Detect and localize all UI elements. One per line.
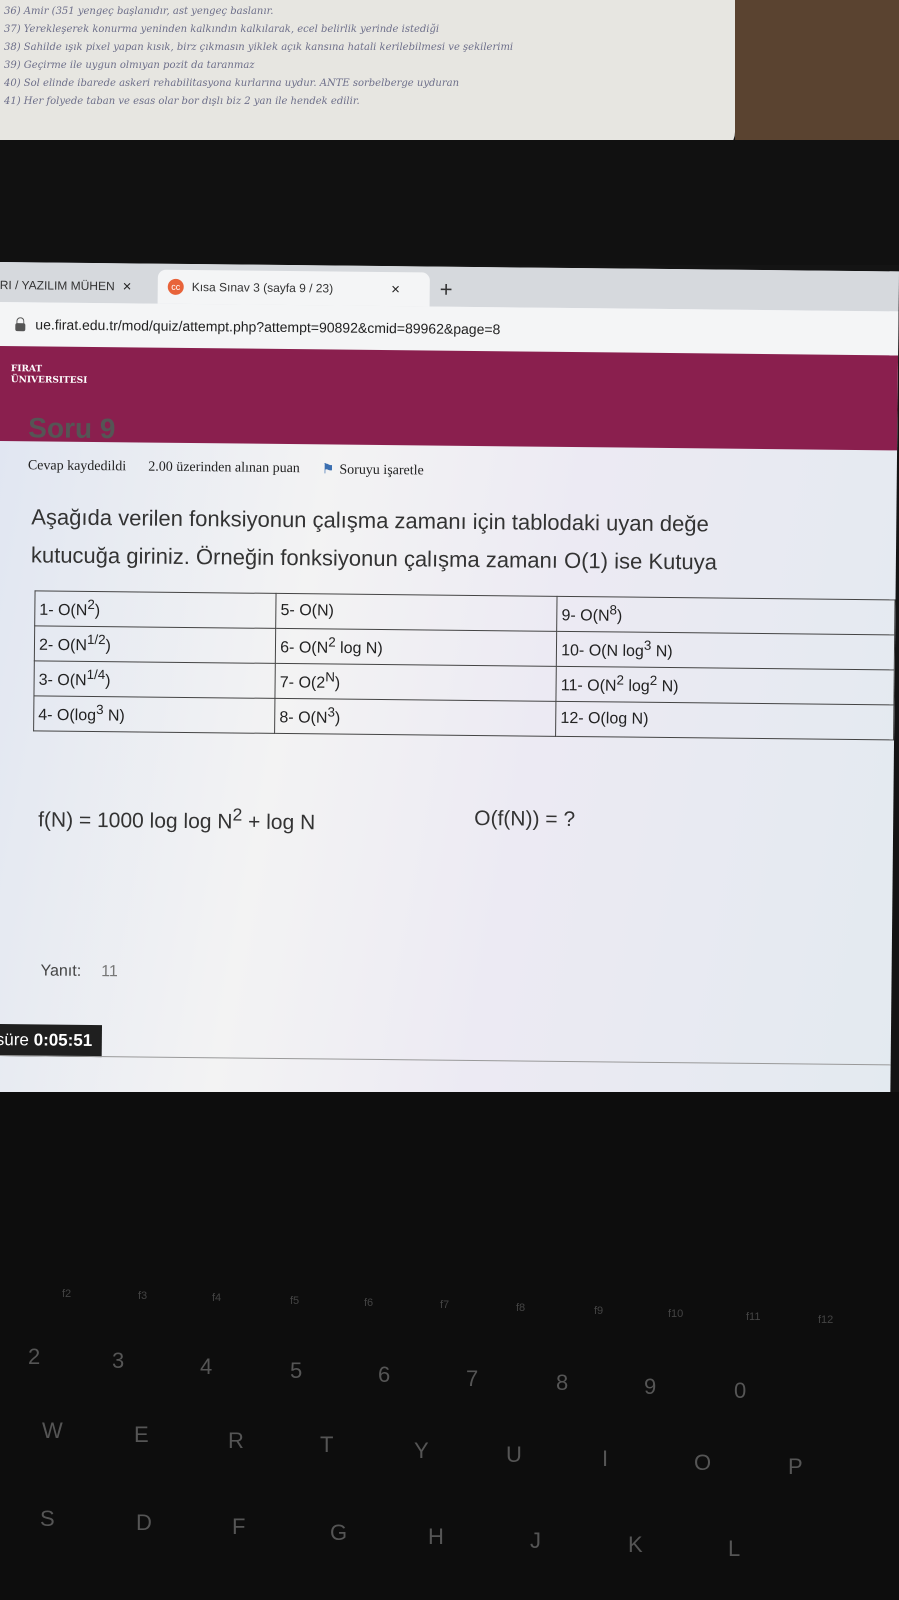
paper-note: 36) Amir (351 yengeç başlanıdır, ast yen…	[0, 0, 735, 152]
tab-label: RI / YAZILIM MÜHEN	[0, 277, 115, 294]
option-cell: 8- O(N3)	[274, 698, 557, 737]
note-line: 40) Sol elinde ibarede askeri rehabilita…	[4, 78, 460, 89]
answer-status: Cevap kaydedildi	[27, 458, 127, 475]
tab-quiz[interactable]: cc Kısa Sınav 3 (sayfa 9 / 23) ×	[157, 269, 430, 307]
laptop-screen: RI / YAZILIM MÜHEN × cc Kısa Sınav 3 (sa…	[0, 262, 899, 1102]
note-line: 38) Sahilde ışık pixel yapan kısık, birz…	[4, 42, 514, 53]
flag-question-link[interactable]: ⚑ Soruyu işaretle	[322, 461, 424, 479]
fn-key[interactable]: f10	[668, 1308, 683, 1320]
key-y[interactable]: Y	[414, 1438, 429, 1464]
url-text[interactable]: ue.firat.edu.tr/mod/quiz/attempt.php?att…	[35, 316, 500, 337]
question-text-line: kutucuğa giriniz. Örneğin fonksiyonun ça…	[30, 542, 718, 575]
fn-key[interactable]: f3	[138, 1290, 147, 1302]
key-3[interactable]: 3	[112, 1348, 124, 1374]
laptop-bezel	[0, 140, 899, 265]
answer-label: Yanıt:	[40, 962, 82, 980]
option-cell: 5- O(N)	[275, 593, 558, 632]
key-s[interactable]: S	[40, 1506, 55, 1532]
cork-board	[735, 0, 899, 160]
key-t[interactable]: T	[320, 1432, 333, 1458]
fn-key[interactable]: f11	[746, 1311, 760, 1323]
key-u[interactable]: U	[506, 1442, 522, 1468]
laptop-keyboard: f2 f3 f4 f5 f6 f7 f8 f9 f10 f11 f12 2 3 …	[0, 1092, 899, 1600]
options-table: 1- O(N2) 5- O(N) 9- O(N8) 2- O(N1/2) 6- …	[33, 590, 896, 740]
fn-key[interactable]: f8	[516, 1302, 525, 1314]
logo-line: FIRAT	[10, 364, 43, 375]
close-icon[interactable]: ×	[391, 281, 400, 298]
flag-icon: ⚑	[321, 462, 335, 478]
key-g[interactable]: G	[330, 1520, 347, 1546]
question-text: Aşağıda verilen fonksiyonun çalışma zama…	[31, 498, 718, 581]
new-tab-button[interactable]: +	[440, 277, 453, 303]
tab-yazilim[interactable]: RI / YAZILIM MÜHEN ×	[0, 268, 150, 304]
function-formula: f(N) = 1000 log log N2 + log N	[38, 804, 316, 835]
key-p[interactable]: P	[788, 1454, 803, 1480]
logo-line: ÜNIVERSITESI	[10, 375, 88, 386]
question-points: 2.00 üzerinden alınan puan	[148, 459, 300, 477]
key-6[interactable]: 6	[378, 1362, 390, 1388]
answer-input[interactable]: 11	[101, 963, 118, 981]
key-5[interactable]: 5	[290, 1358, 302, 1384]
note-line: 37) Yerekleşerek konurma yeninden kalkın…	[4, 24, 440, 35]
quiz-timer: süre 0:05:51	[0, 1023, 103, 1058]
key-2[interactable]: 2	[28, 1344, 40, 1370]
key-k[interactable]: K	[628, 1532, 643, 1558]
note-line: 36) Amir (351 yengeç başlanıdır, ast yen…	[4, 6, 274, 17]
option-cell: 1- O(N2)	[34, 590, 277, 629]
timer-label: süre	[0, 1029, 30, 1050]
key-7[interactable]: 7	[466, 1366, 478, 1392]
fn-key[interactable]: f2	[62, 1288, 71, 1300]
fn-key[interactable]: f4	[212, 1292, 221, 1304]
key-f[interactable]: F	[232, 1514, 245, 1540]
fn-key[interactable]: f6	[364, 1297, 373, 1309]
university-logo[interactable]: FIRAT ÜNIVERSITESI	[11, 364, 88, 387]
key-9[interactable]: 9	[644, 1374, 656, 1400]
flag-label: Soruyu işaretle	[339, 462, 424, 479]
key-j[interactable]: J	[530, 1528, 541, 1554]
key-e[interactable]: E	[134, 1422, 149, 1448]
divider	[0, 1054, 891, 1066]
key-4[interactable]: 4	[200, 1354, 212, 1380]
key-i[interactable]: I	[602, 1446, 608, 1472]
tab-label: Kısa Sınav 3 (sayfa 9 / 23)	[191, 280, 334, 296]
note-line: 39) Geçirme ile uygun olmıyan pozit da t…	[4, 60, 255, 71]
key-0[interactable]: 0	[734, 1378, 746, 1404]
lock-icon	[15, 323, 26, 332]
question-title: Soru 9	[28, 412, 116, 445]
option-cell: 12- O(log N)	[555, 701, 894, 740]
question-info: Cevap kaydedildi 2.00 üzerinden alınan p…	[28, 458, 424, 479]
key-w[interactable]: W	[42, 1418, 63, 1444]
option-cell: 10- O(N log3 N)	[556, 631, 895, 670]
key-h[interactable]: H	[428, 1524, 444, 1550]
key-r[interactable]: R	[228, 1428, 244, 1454]
option-cell: 11- O(N2 log2 N)	[556, 666, 895, 705]
key-8[interactable]: 8	[556, 1370, 568, 1396]
key-d[interactable]: D	[136, 1510, 152, 1536]
fn-key[interactable]: f7	[440, 1299, 449, 1311]
fn-key[interactable]: f12	[818, 1314, 833, 1326]
option-cell: 9- O(N8)	[556, 596, 896, 635]
fn-key[interactable]: f9	[594, 1305, 603, 1317]
answer-row: Yanıt: 11	[40, 962, 117, 981]
target-expression: O(f(N)) = ?	[474, 806, 576, 832]
fn-key[interactable]: f5	[290, 1295, 299, 1307]
site-banner: FIRAT ÜNIVERSITESI	[0, 345, 899, 451]
key-o[interactable]: O	[694, 1450, 711, 1476]
option-cell: 4- O(log3 N)	[33, 695, 276, 734]
option-cell: 7- O(2N)	[275, 663, 557, 702]
moodle-favicon-icon: cc	[167, 278, 184, 295]
option-cell: 2- O(N1/2)	[34, 625, 276, 664]
timer-value: 0:05:51	[33, 1030, 93, 1051]
key-l[interactable]: L	[728, 1536, 740, 1562]
option-cell: 6- O(N2 log N)	[275, 628, 557, 667]
close-icon[interactable]: ×	[123, 278, 132, 295]
note-line: 41) Her folyede taban ve esas olar bor d…	[4, 96, 360, 107]
option-cell: 3- O(N1/4)	[33, 660, 276, 699]
